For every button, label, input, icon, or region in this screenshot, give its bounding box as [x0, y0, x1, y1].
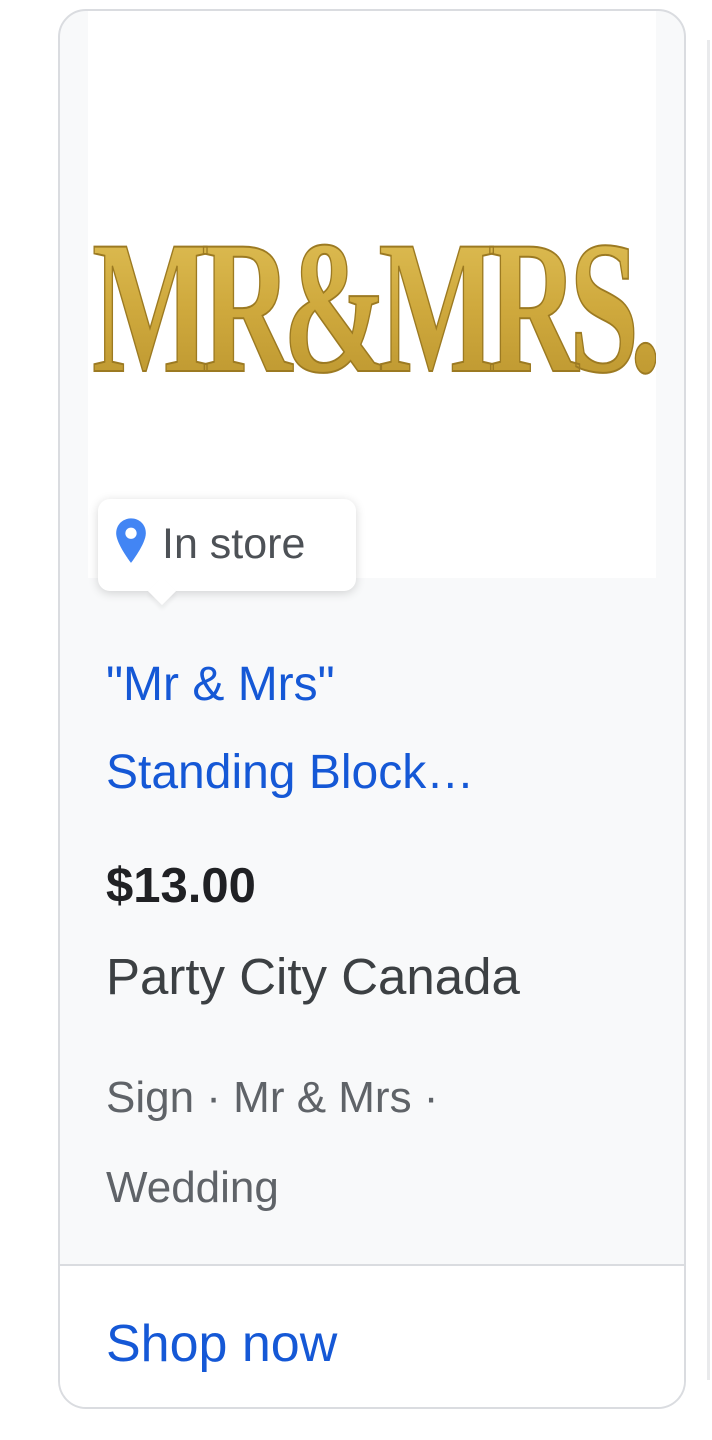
badge-pointer [147, 576, 177, 606]
in-store-badge: In store [98, 499, 356, 606]
merchant-name: Party City Canada [106, 948, 520, 1005]
location-pin-icon [116, 518, 146, 563]
product-image[interactable]: MR&MRS. [88, 11, 656, 578]
tags-line: Wedding [106, 1163, 279, 1212]
product-tags: Sign · Mr & Mrs · Wedding [106, 1053, 626, 1233]
sign-lettering: MR&MRS. [92, 211, 656, 381]
mr-mrs-sign-image: MR&MRS. [91, 211, 656, 381]
product-title-line: "Mr & Mrs" [106, 658, 335, 711]
product-price: $13.00 [106, 859, 256, 913]
next-card-edge [707, 40, 710, 1380]
tags-line: Sign · Mr & Mrs · [106, 1073, 439, 1122]
card-footer: Shop now [60, 1264, 684, 1407]
product-title-link[interactable]: "Mr & Mrs" Standing Block… [106, 641, 626, 817]
shop-now-link[interactable]: Shop now [106, 1314, 337, 1374]
product-card[interactable]: MR&MRS. In store "Mr & Mrs" Standing Blo… [58, 9, 686, 1409]
badge-label: In store [162, 520, 306, 568]
product-title-line: Standing Block… [106, 746, 475, 799]
